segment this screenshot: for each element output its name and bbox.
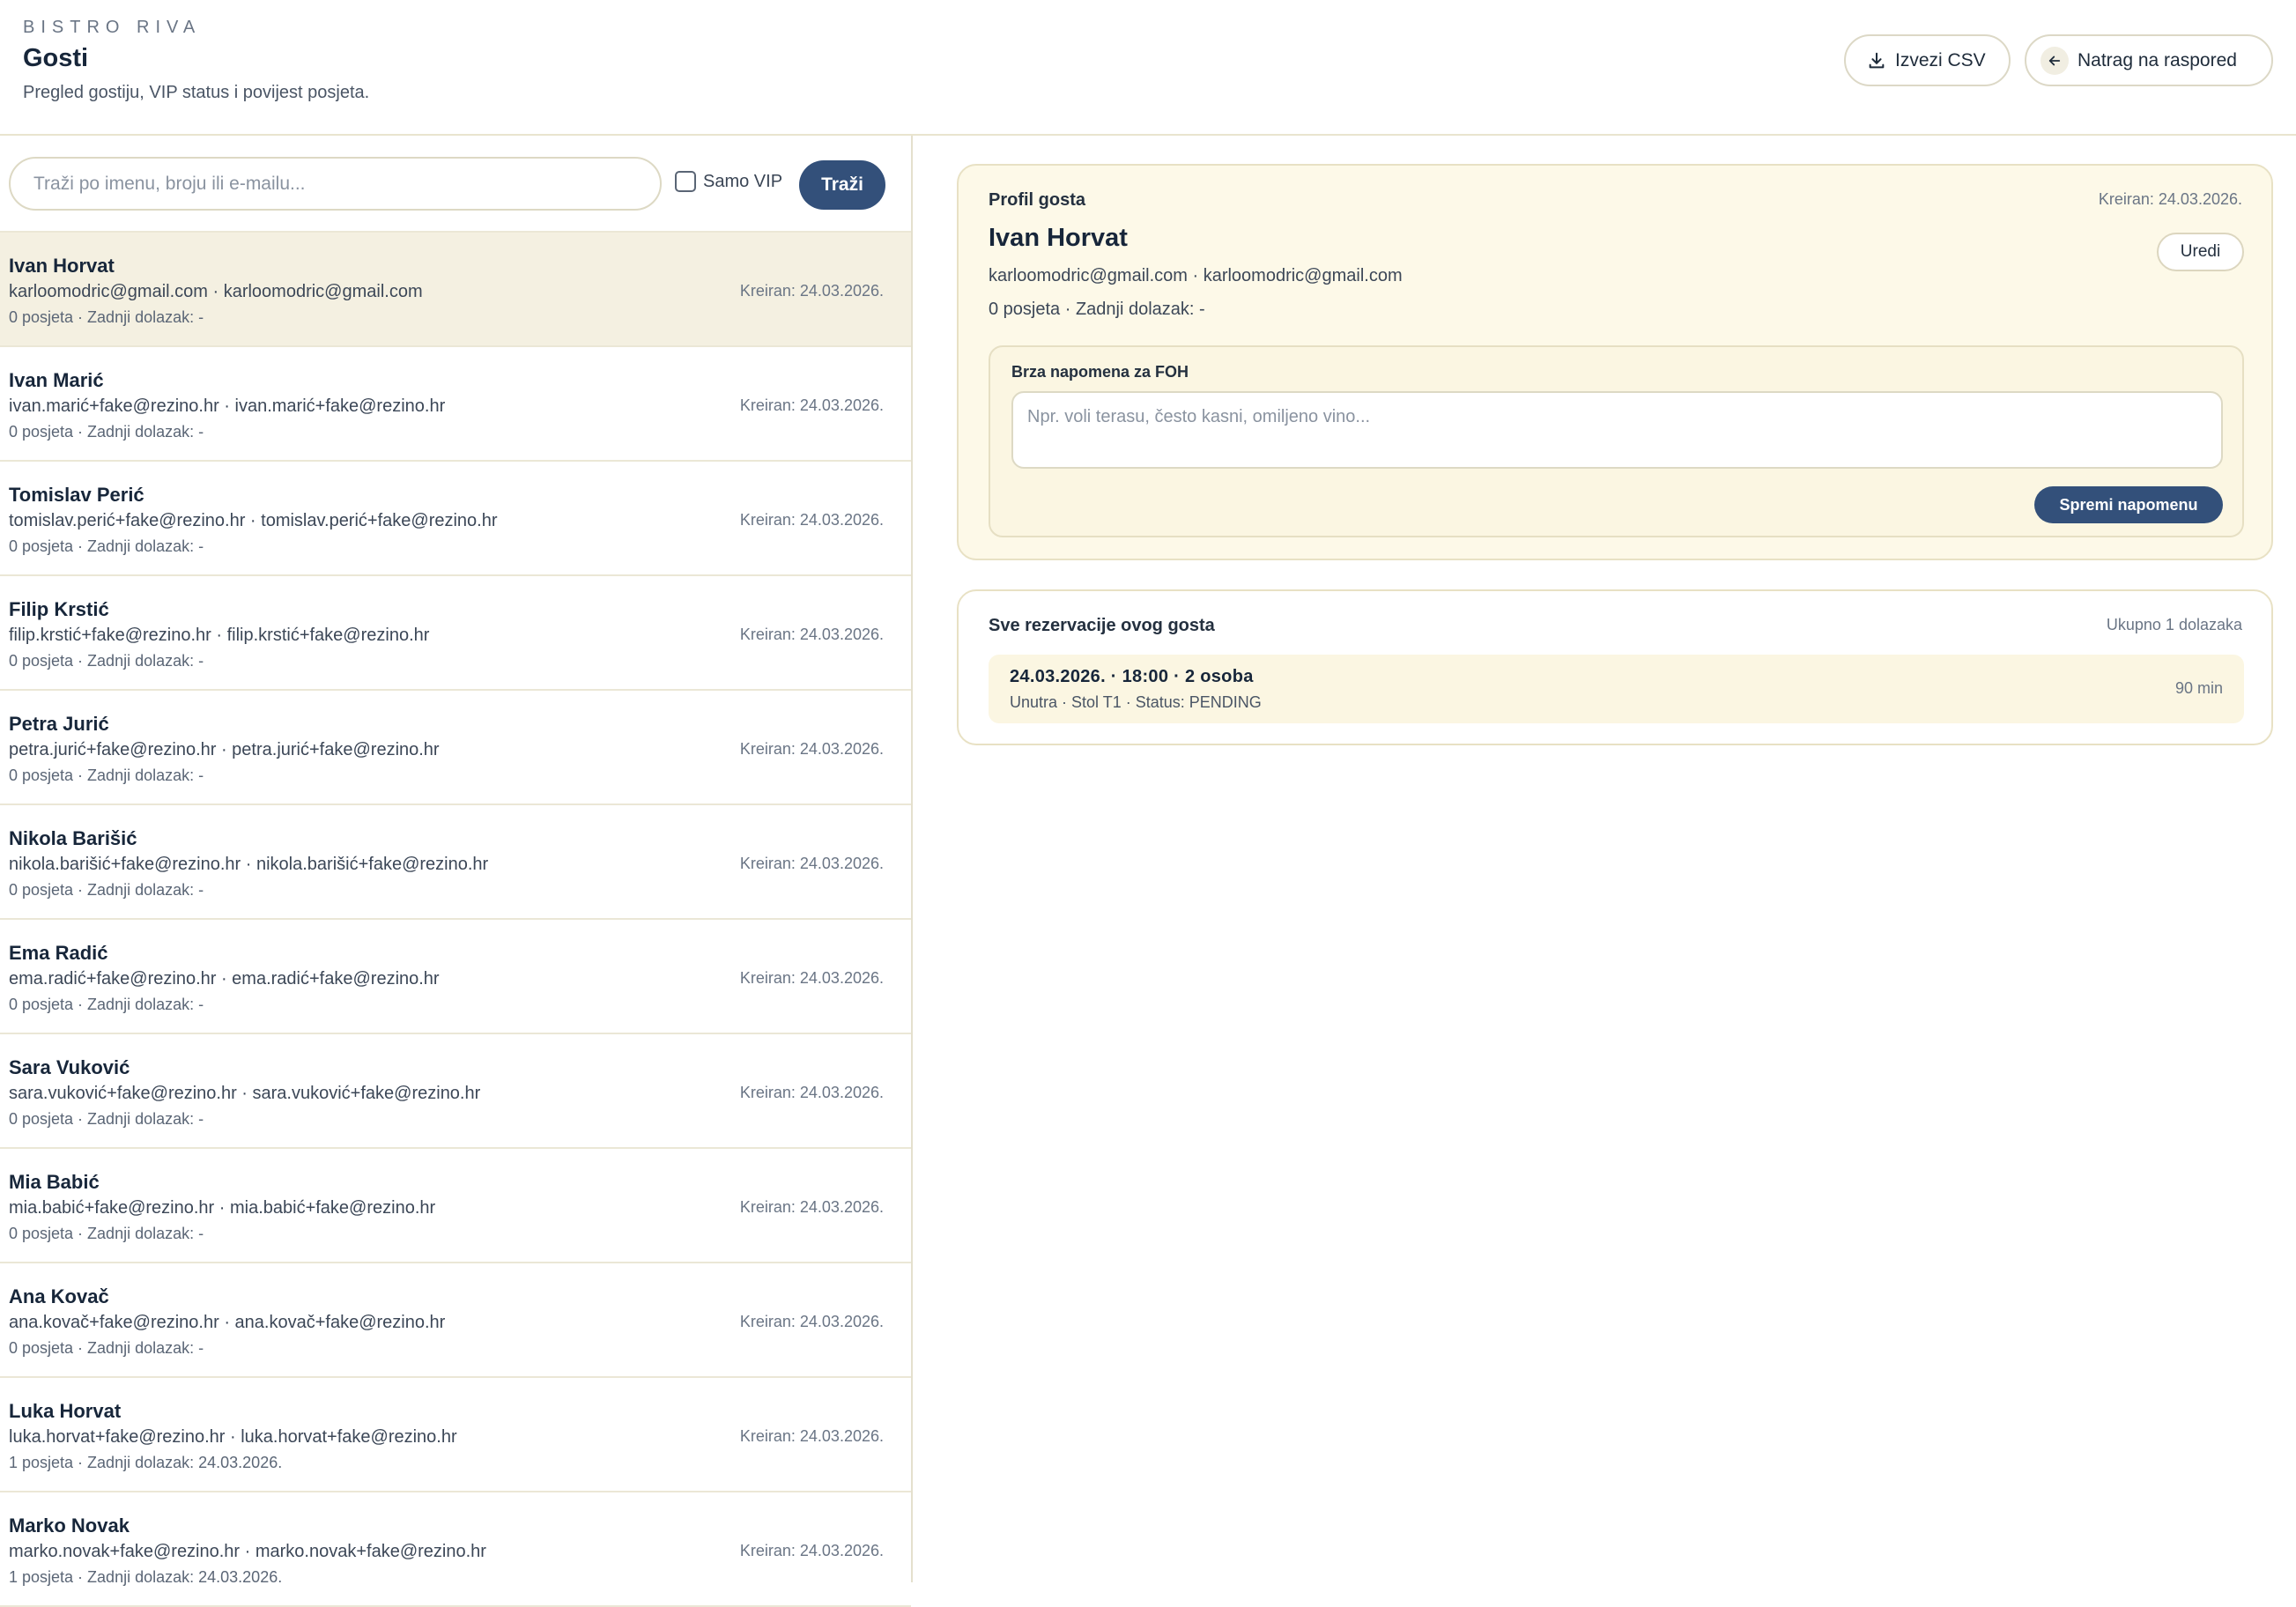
profile-guest-name: Ivan Horvat bbox=[989, 224, 1128, 252]
brand-name: BISTRO RIVA bbox=[23, 18, 202, 37]
foh-note-input[interactable] bbox=[1011, 391, 2223, 469]
guest-contact: ema.radić+fake@rezino.hr · ema.radić+fak… bbox=[9, 969, 440, 989]
guest-visits: 1 posjeta · Zadnji dolazak: 24.03.2026. bbox=[9, 1568, 283, 1586]
guest-name: Luka Horvat bbox=[9, 1400, 122, 1422]
guest-row[interactable]: Ivan Marić ivan.marić+fake@rezino.hr · i… bbox=[0, 347, 911, 462]
guest-created-date: Kreiran: 24.03.2026. bbox=[739, 969, 884, 987]
guest-row[interactable]: Ema Radić ema.radić+fake@rezino.hr · ema… bbox=[0, 920, 911, 1034]
guest-name: Ana Kovač bbox=[9, 1285, 109, 1307]
page-title: Gosti bbox=[23, 44, 89, 72]
profile-contact: karloomodric@gmail.com · karloomodric@gm… bbox=[989, 266, 1403, 285]
guest-row[interactable]: Petra Jurić petra.jurić+fake@rezino.hr ·… bbox=[0, 691, 911, 805]
download-icon bbox=[1867, 51, 1886, 70]
profile-created-date: Kreiran: 24.03.2026. bbox=[2098, 190, 2242, 208]
guest-visits: 0 posjeta · Zadnji dolazak: - bbox=[9, 537, 204, 555]
guest-created-date: Kreiran: 24.03.2026. bbox=[739, 396, 884, 414]
guest-visits: 0 posjeta · Zadnji dolazak: - bbox=[9, 1339, 204, 1357]
guest-name: Mia Babić bbox=[9, 1171, 100, 1193]
guest-created-date: Kreiran: 24.03.2026. bbox=[739, 855, 884, 872]
guest-created-date: Kreiran: 24.03.2026. bbox=[739, 626, 884, 643]
guest-contact: nikola.barišić+fake@rezino.hr · nikola.b… bbox=[9, 855, 489, 874]
guest-row[interactable]: Mia Babić mia.babić+fake@rezino.hr · mia… bbox=[0, 1149, 911, 1263]
guest-contact: marko.novak+fake@rezino.hr · marko.novak… bbox=[9, 1542, 486, 1561]
vip-only-label: Samo VIP bbox=[703, 171, 783, 191]
guest-list: Ivan Horvat karloomodric@gmail.com · kar… bbox=[0, 233, 911, 1607]
guest-contact: petra.jurić+fake@rezino.hr · petra.jurić… bbox=[9, 740, 440, 759]
guest-row[interactable]: Tomislav Perić tomislav.perić+fake@rezin… bbox=[0, 462, 911, 576]
export-csv-button[interactable]: Izvezi CSV bbox=[1844, 34, 2011, 86]
guest-visits: 0 posjeta · Zadnji dolazak: - bbox=[9, 652, 204, 670]
back-to-schedule-button[interactable]: Natrag na raspored bbox=[2025, 34, 2273, 86]
back-to-schedule-label: Natrag na raspored bbox=[2078, 49, 2237, 70]
guest-visits: 0 posjeta · Zadnji dolazak: - bbox=[9, 881, 204, 899]
search-bar: Samo VIP Traži bbox=[0, 136, 911, 233]
guest-profile-card: Profil gosta Kreiran: 24.03.2026. Ivan H… bbox=[957, 164, 2273, 560]
reservation-detail: Unutra · Stol T1 · Status: PENDING bbox=[1010, 693, 1262, 711]
guest-contact: ivan.marić+fake@rezino.hr · ivan.marić+f… bbox=[9, 396, 446, 416]
guest-contact: luka.horvat+fake@rezino.hr · luka.horvat… bbox=[9, 1427, 457, 1447]
save-note-button[interactable]: Spremi napomenu bbox=[2034, 486, 2223, 523]
guest-row[interactable]: Ivan Horvat karloomodric@gmail.com · kar… bbox=[0, 233, 911, 347]
guest-name: Marko Novak bbox=[9, 1514, 130, 1537]
guest-created-date: Kreiran: 24.03.2026. bbox=[739, 1427, 884, 1445]
reservations-count: Ukupno 1 dolazaka bbox=[2106, 616, 2242, 633]
edit-button[interactable]: Uredi bbox=[2157, 233, 2244, 271]
guest-row[interactable]: Filip Krstić filip.krstić+fake@rezino.hr… bbox=[0, 576, 911, 691]
guest-visits: 0 posjeta · Zadnji dolazak: - bbox=[9, 766, 204, 784]
reservation-duration: 90 min bbox=[2174, 679, 2223, 697]
guest-contact: tomislav.perić+fake@rezino.hr · tomislav… bbox=[9, 511, 498, 530]
guest-created-date: Kreiran: 24.03.2026. bbox=[739, 1084, 884, 1101]
search-button[interactable]: Traži bbox=[799, 160, 885, 210]
reservation-title: 24.03.2026. · 18:00 · 2 osoba bbox=[1010, 667, 1254, 686]
profile-section-label: Profil gosta bbox=[989, 190, 1086, 210]
guest-row[interactable]: Nikola Barišić nikola.barišić+fake@rezin… bbox=[0, 805, 911, 920]
guest-name: Sara Vuković bbox=[9, 1056, 130, 1078]
guest-name: Nikola Barišić bbox=[9, 827, 137, 849]
guest-name: Filip Krstić bbox=[9, 598, 109, 620]
guest-list-pane: Samo VIP Traži Ivan Horvat karloomodric@… bbox=[0, 136, 913, 1607]
guest-contact: mia.babić+fake@rezino.hr · mia.babić+fak… bbox=[9, 1198, 436, 1218]
guest-created-date: Kreiran: 24.03.2026. bbox=[739, 740, 884, 758]
profile-visits: 0 posjeta · Zadnji dolazak: - bbox=[989, 300, 1205, 319]
reservation-item[interactable]: 24.03.2026. · 18:00 · 2 osoba Unutra · S… bbox=[989, 655, 2244, 723]
guest-visits: 0 posjeta · Zadnji dolazak: - bbox=[9, 1110, 204, 1128]
guest-created-date: Kreiran: 24.03.2026. bbox=[739, 1198, 884, 1216]
guest-created-date: Kreiran: 24.03.2026. bbox=[739, 282, 884, 300]
guest-visits: 0 posjeta · Zadnji dolazak: - bbox=[9, 308, 204, 326]
vip-only-filter[interactable]: Samo VIP bbox=[675, 171, 782, 192]
guest-name: Petra Jurić bbox=[9, 713, 109, 735]
guest-row[interactable]: Luka Horvat luka.horvat+fake@rezino.hr ·… bbox=[0, 1378, 911, 1492]
guest-row[interactable]: Ana Kovač ana.kovač+fake@rezino.hr · ana… bbox=[0, 1263, 911, 1378]
guest-visits: 1 posjeta · Zadnji dolazak: 24.03.2026. bbox=[9, 1454, 283, 1471]
guest-visits: 0 posjeta · Zadnji dolazak: - bbox=[9, 423, 204, 441]
arrow-left-icon bbox=[2040, 46, 2069, 75]
guest-contact: ana.kovač+fake@rezino.hr · ana.kovač+fak… bbox=[9, 1313, 446, 1332]
guest-name: Tomislav Perić bbox=[9, 484, 144, 506]
guest-row[interactable]: Sara Vuković sara.vuković+fake@rezino.hr… bbox=[0, 1034, 911, 1149]
reservations-section-label: Sve rezervacije ovog gosta bbox=[989, 616, 1215, 635]
foh-note-label: Brza napomena za FOH bbox=[1011, 363, 1189, 381]
guest-name: Ivan Horvat bbox=[9, 255, 115, 277]
guest-contact: karloomodric@gmail.com · karloomodric@gm… bbox=[9, 282, 423, 301]
guest-created-date: Kreiran: 24.03.2026. bbox=[739, 511, 884, 529]
guest-contact: filip.krstić+fake@rezino.hr · filip.krst… bbox=[9, 626, 430, 645]
page-header: BISTRO RIVA Gosti Pregled gostiju, VIP s… bbox=[0, 0, 2296, 136]
guest-visits: 0 posjeta · Zadnji dolazak: - bbox=[9, 996, 204, 1013]
guest-contact: sara.vuković+fake@rezino.hr · sara.vukov… bbox=[9, 1084, 481, 1103]
guest-created-date: Kreiran: 24.03.2026. bbox=[739, 1542, 884, 1559]
export-csv-label: Izvezi CSV bbox=[1895, 49, 1986, 70]
foh-note-box: Brza napomena za FOH Spremi napomenu bbox=[989, 345, 2244, 537]
guest-visits: 0 posjeta · Zadnji dolazak: - bbox=[9, 1225, 204, 1242]
guest-name: Ivan Marić bbox=[9, 369, 104, 391]
guest-created-date: Kreiran: 24.03.2026. bbox=[739, 1313, 884, 1330]
vip-only-checkbox[interactable] bbox=[675, 171, 696, 192]
search-input[interactable] bbox=[9, 157, 662, 211]
page-subtitle: Pregled gostiju, VIP status i povijest p… bbox=[23, 83, 370, 102]
guest-name: Ema Radić bbox=[9, 942, 108, 964]
reservations-card: Sve rezervacije ovog gosta Ukupno 1 dola… bbox=[957, 589, 2273, 745]
guest-row[interactable]: Marko Novak marko.novak+fake@rezino.hr ·… bbox=[0, 1492, 911, 1607]
